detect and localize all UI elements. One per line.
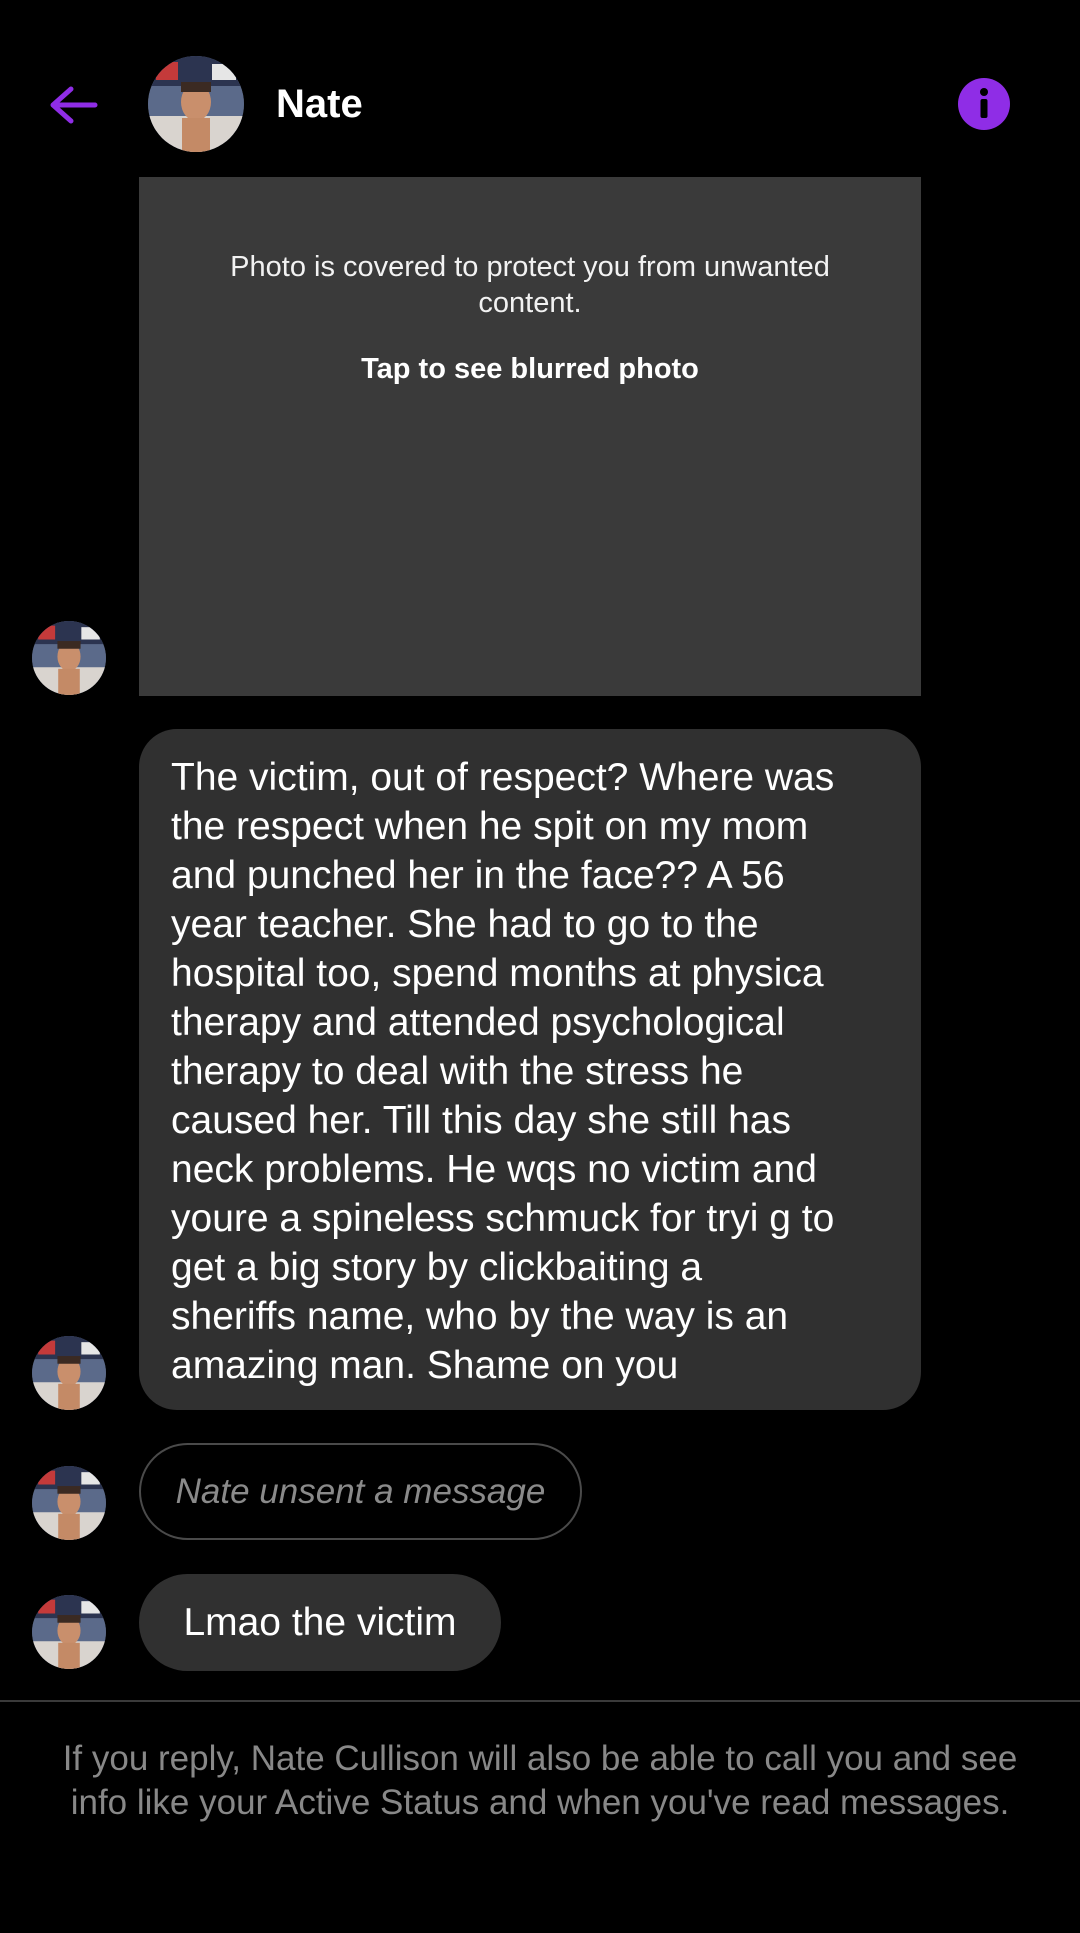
- unsent-message-placeholder: Nate unsent a message: [139, 1443, 582, 1540]
- info-button[interactable]: [958, 78, 1010, 130]
- sender-avatar[interactable]: [32, 1595, 106, 1669]
- reply-privacy-notice: If you reply, Nate Cullison will also be…: [62, 1739, 1018, 1822]
- message-bubble[interactable]: Lmao the victim: [139, 1574, 501, 1671]
- message-bubble[interactable]: The victim, out of respect? Where was th…: [139, 729, 921, 1410]
- see-blurred-photo-link[interactable]: Tap to see blurred photo: [139, 353, 921, 386]
- sender-avatar[interactable]: [32, 1336, 106, 1410]
- covered-photo-notice: Photo is covered to protect you from unw…: [230, 251, 830, 319]
- covered-photo-attachment[interactable]: Photo is covered to protect you from unw…: [139, 177, 921, 696]
- message-text: Lmao the victim: [183, 1601, 457, 1644]
- message-text: The victim, out of respect? Where was th…: [171, 756, 835, 1387]
- unsent-message-text: Nate unsent a message: [175, 1471, 546, 1511]
- contact-name[interactable]: Nate: [276, 80, 363, 128]
- back-button[interactable]: [44, 76, 102, 134]
- conversation-header: Nate: [0, 0, 1080, 170]
- arrow-left-icon: [50, 86, 98, 124]
- contact-avatar[interactable]: [148, 56, 244, 152]
- sender-avatar[interactable]: [32, 1466, 106, 1540]
- info-icon: [980, 88, 988, 118]
- footer-divider: [0, 1700, 1080, 1702]
- sender-avatar[interactable]: [32, 621, 106, 695]
